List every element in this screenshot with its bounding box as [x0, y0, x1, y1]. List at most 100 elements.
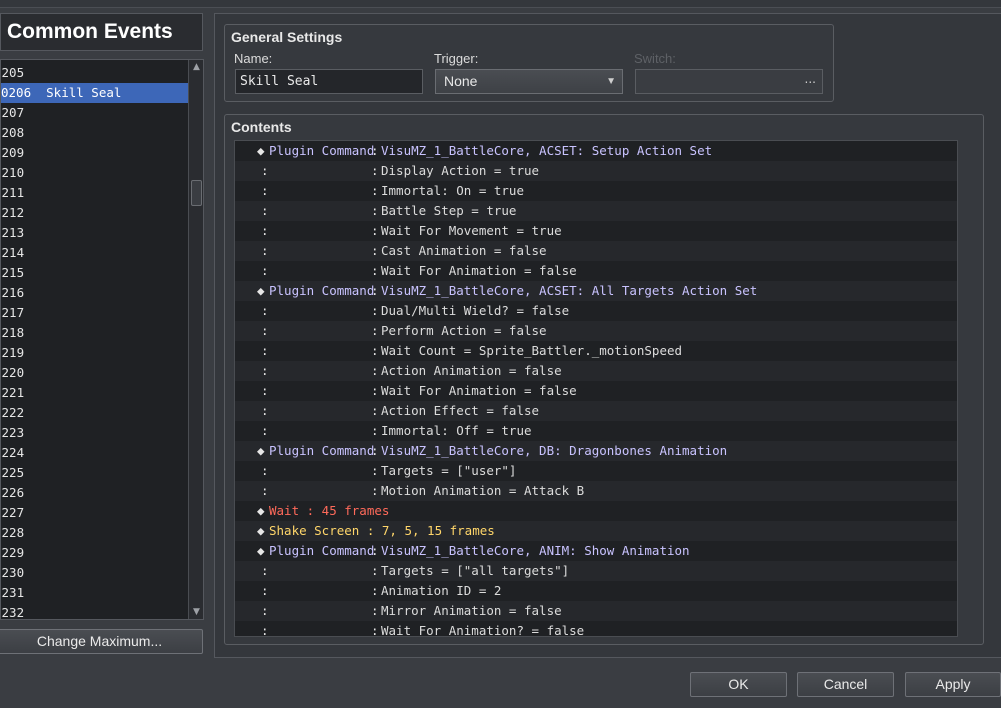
common-event-item[interactable]: 0224 — [1, 443, 188, 463]
command-row[interactable]: :: Motion Animation = Attack B — [235, 481, 957, 501]
param-colon: : — [371, 223, 379, 238]
common-event-item[interactable]: 0206 Skill Seal — [1, 83, 188, 103]
apply-button[interactable]: Apply — [905, 672, 1001, 697]
common-events-title: Common Events — [0, 13, 203, 51]
common-event-item[interactable]: 0231 — [1, 583, 188, 603]
trigger-value: None — [444, 73, 478, 89]
common-events-list[interactable]: 02050206 Skill Seal020702080209021002110… — [0, 59, 204, 620]
common-event-item[interactable]: 0218 — [1, 323, 188, 343]
command-row[interactable]: ◆ Wait : 45 frames — [235, 501, 957, 521]
trigger-label: Trigger: — [434, 51, 479, 66]
common-event-item[interactable]: 0207 — [1, 103, 188, 123]
common-event-item[interactable]: 0213 — [1, 223, 188, 243]
common-event-item[interactable]: 0227 — [1, 503, 188, 523]
indent-colon: : — [261, 263, 269, 278]
command-row[interactable]: :: Mirror Animation = false — [235, 601, 957, 621]
indent-colon: : — [261, 423, 269, 438]
command-row[interactable]: ◆ Plugin Command: VisuMZ_1_BattleCore, ANI… — [235, 541, 957, 561]
common-event-item[interactable]: 0210 — [1, 163, 188, 183]
command-row[interactable]: :: Targets = ["all targets"] — [235, 561, 957, 581]
command-name: Shake Screen : 7, 5, 15 frames — [269, 523, 495, 538]
scroll-down-icon[interactable]: ▼ — [189, 605, 203, 619]
chevron-down-icon: ▼ — [606, 76, 616, 87]
common-event-item[interactable]: 0223 — [1, 423, 188, 443]
param-value: Motion Animation = Attack B — [381, 483, 585, 498]
command-row[interactable]: ◆ Shake Screen : 7, 5, 15 frames — [235, 521, 957, 541]
command-row[interactable]: :: Display Action = true — [235, 161, 957, 181]
common-event-item[interactable]: 0220 — [1, 363, 188, 383]
common-event-item[interactable]: 0205 — [1, 63, 188, 83]
command-row[interactable]: :: Perform Action = false — [235, 321, 957, 341]
name-label: Name: — [234, 51, 273, 66]
command-row[interactable]: :: Targets = ["user"] — [235, 461, 957, 481]
command-row[interactable]: :: Dual/Multi Wield? = false — [235, 301, 957, 321]
command-row[interactable]: :: Battle Step = true — [235, 201, 957, 221]
diamond-icon: ◆ — [257, 143, 265, 158]
common-event-item[interactable]: 0208 — [1, 123, 188, 143]
common-event-item[interactable]: 0214 — [1, 243, 188, 263]
param-value: Wait For Animation? = false — [381, 623, 585, 637]
list-scrollbar[interactable]: ▲ ▼ — [188, 60, 203, 619]
command-row[interactable]: :: Cast Animation = false — [235, 241, 957, 261]
plugin-command-value: VisuMZ_1_BattleCore, DB: Dragonbones Ani… — [381, 443, 728, 458]
param-colon: : — [371, 263, 379, 278]
common-event-item[interactable]: 0230 — [1, 563, 188, 583]
diamond-icon: ◆ — [257, 443, 265, 458]
common-event-item[interactable]: 0226 — [1, 483, 188, 503]
command-row[interactable]: :: Wait For Animation? = false — [235, 621, 957, 637]
command-name: Plugin Command — [269, 283, 375, 298]
switch-browse-button: ... — [804, 72, 816, 86]
common-event-item[interactable]: 0215 — [1, 263, 188, 283]
command-row[interactable]: :: Action Effect = false — [235, 401, 957, 421]
indent-colon: : — [261, 343, 269, 358]
command-row[interactable]: :: Wait For Movement = true — [235, 221, 957, 241]
ok-button[interactable]: OK — [690, 672, 787, 697]
diamond-icon: ◆ — [257, 523, 265, 538]
window-top-strip — [0, 0, 1001, 8]
param-value: Dual/Multi Wield? = false — [381, 303, 570, 318]
common-event-item[interactable]: 0229 — [1, 543, 188, 563]
command-row[interactable]: ◆ Plugin Command: VisuMZ_1_BattleCore, ACS… — [235, 141, 957, 161]
param-value: Targets = ["user"] — [381, 463, 517, 478]
command-row[interactable]: :: Action Animation = false — [235, 361, 957, 381]
change-maximum-button[interactable]: Change Maximum... — [0, 629, 203, 654]
param-colon: : — [371, 483, 379, 498]
common-event-item[interactable]: 0221 — [1, 383, 188, 403]
command-row[interactable]: :: Immortal: On = true — [235, 181, 957, 201]
param-colon: : — [371, 343, 379, 358]
command-row[interactable]: :: Wait Count = Sprite_Battler._motionSpe… — [235, 341, 957, 361]
command-name: Plugin Command — [269, 443, 375, 458]
param-value: Display Action = true — [381, 163, 540, 178]
list-scroll-thumb[interactable] — [191, 180, 202, 206]
indent-colon: : — [261, 323, 269, 338]
common-event-item[interactable]: 0225 — [1, 463, 188, 483]
command-colon: : — [371, 283, 379, 298]
command-row[interactable]: :: Wait For Animation = false — [235, 261, 957, 281]
param-colon: : — [371, 203, 379, 218]
common-event-item[interactable]: 0212 — [1, 203, 188, 223]
common-event-item[interactable]: 0209 — [1, 143, 188, 163]
contents-scrollbar[interactable]: ▲ ▼ — [957, 140, 958, 637]
name-input[interactable]: Skill Seal — [235, 69, 423, 94]
command-row[interactable]: ◆ Plugin Command: VisuMZ_1_BattleCore, DB:… — [235, 441, 957, 461]
common-event-item[interactable]: 0217 — [1, 303, 188, 323]
plugin-command-value: VisuMZ_1_BattleCore, ACSET: All Targets … — [381, 283, 758, 298]
cancel-button[interactable]: Cancel — [797, 672, 894, 697]
command-row[interactable]: ◆ Plugin Command: VisuMZ_1_BattleCore, ACS… — [235, 281, 957, 301]
indent-colon: : — [261, 383, 269, 398]
trigger-select[interactable]: None ▼ — [435, 69, 623, 94]
command-list[interactable]: ◆ Plugin Command: VisuMZ_1_BattleCore, ACS… — [234, 140, 958, 637]
common-event-item[interactable]: 0228 — [1, 523, 188, 543]
command-row[interactable]: :: Animation ID = 2 — [235, 581, 957, 601]
command-row[interactable]: :: Immortal: Off = true — [235, 421, 957, 441]
general-settings-title: General Settings — [231, 29, 343, 45]
diamond-icon: ◆ — [257, 543, 265, 558]
common-event-item[interactable]: 0232 — [1, 603, 188, 619]
common-event-item[interactable]: 0211 — [1, 183, 188, 203]
indent-colon: : — [261, 163, 269, 178]
common-event-item[interactable]: 0216 — [1, 283, 188, 303]
scroll-up-icon[interactable]: ▲ — [189, 60, 203, 74]
common-event-item[interactable]: 0219 — [1, 343, 188, 363]
command-row[interactable]: :: Wait For Animation = false — [235, 381, 957, 401]
common-event-item[interactable]: 0222 — [1, 403, 188, 423]
